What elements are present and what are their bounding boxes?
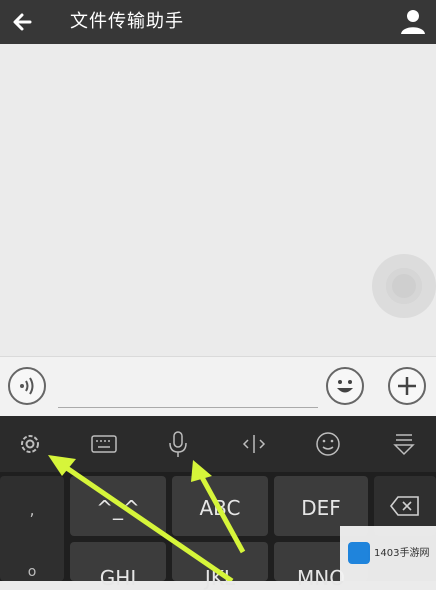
symbol-key[interactable]: ^_^ xyxy=(70,476,166,536)
floating-assistive-button[interactable] xyxy=(372,254,436,318)
hide-keyboard-button[interactable] xyxy=(384,424,424,464)
watermark: 1403手游网 xyxy=(340,526,436,581)
cursor-move-icon xyxy=(242,435,266,453)
microphone-icon xyxy=(169,431,187,457)
keyboard-layout-button[interactable] xyxy=(84,424,124,464)
app-header: 文件传输助手 xyxy=(0,0,436,44)
watermark-text: 1403手游网 xyxy=(374,548,430,559)
profile-button[interactable] xyxy=(398,6,428,36)
ghi-key[interactable]: GHI xyxy=(70,542,166,590)
period-glyph: o xyxy=(27,564,37,580)
key-label: ^_^ xyxy=(96,496,140,520)
punctuation-key[interactable]: , o xyxy=(0,476,64,581)
keyboard-voice-button[interactable] xyxy=(158,424,198,464)
person-icon xyxy=(401,10,425,34)
voice-input-button[interactable] xyxy=(8,367,46,405)
key-label: ABC xyxy=(199,496,241,520)
back-button[interactable] xyxy=(8,6,40,38)
emoji-button[interactable] xyxy=(326,367,364,405)
cursor-move-button[interactable] xyxy=(234,424,274,464)
plus-icon xyxy=(398,377,416,395)
back-arrow-icon xyxy=(13,13,32,31)
keyboard-toolbar xyxy=(0,416,436,472)
keyboard-icon xyxy=(91,435,117,453)
keyboard-settings-button[interactable] xyxy=(10,424,50,464)
keyboard-emoji-button[interactable] xyxy=(308,424,348,464)
key-label: GHI xyxy=(99,566,137,590)
smiley-outline-icon xyxy=(316,432,340,456)
key-label: DEF xyxy=(301,496,341,520)
key-label: JKL xyxy=(204,566,236,590)
page-title: 文件传输助手 xyxy=(70,11,184,32)
smiley-icon xyxy=(337,380,353,393)
collapse-keyboard-icon xyxy=(393,434,415,456)
comma-label: , xyxy=(29,500,35,519)
backspace-icon xyxy=(389,496,419,516)
message-input[interactable] xyxy=(58,371,318,408)
chat-area xyxy=(0,44,436,356)
watermark-logo-icon xyxy=(348,542,370,564)
more-options-button[interactable] xyxy=(388,367,426,405)
jkl-key[interactable]: JKL xyxy=(172,542,268,590)
gear-icon xyxy=(21,435,39,453)
chat-input-bar xyxy=(0,356,436,417)
abc-key[interactable]: ABC xyxy=(172,476,268,536)
voice-waves-icon xyxy=(20,377,34,395)
